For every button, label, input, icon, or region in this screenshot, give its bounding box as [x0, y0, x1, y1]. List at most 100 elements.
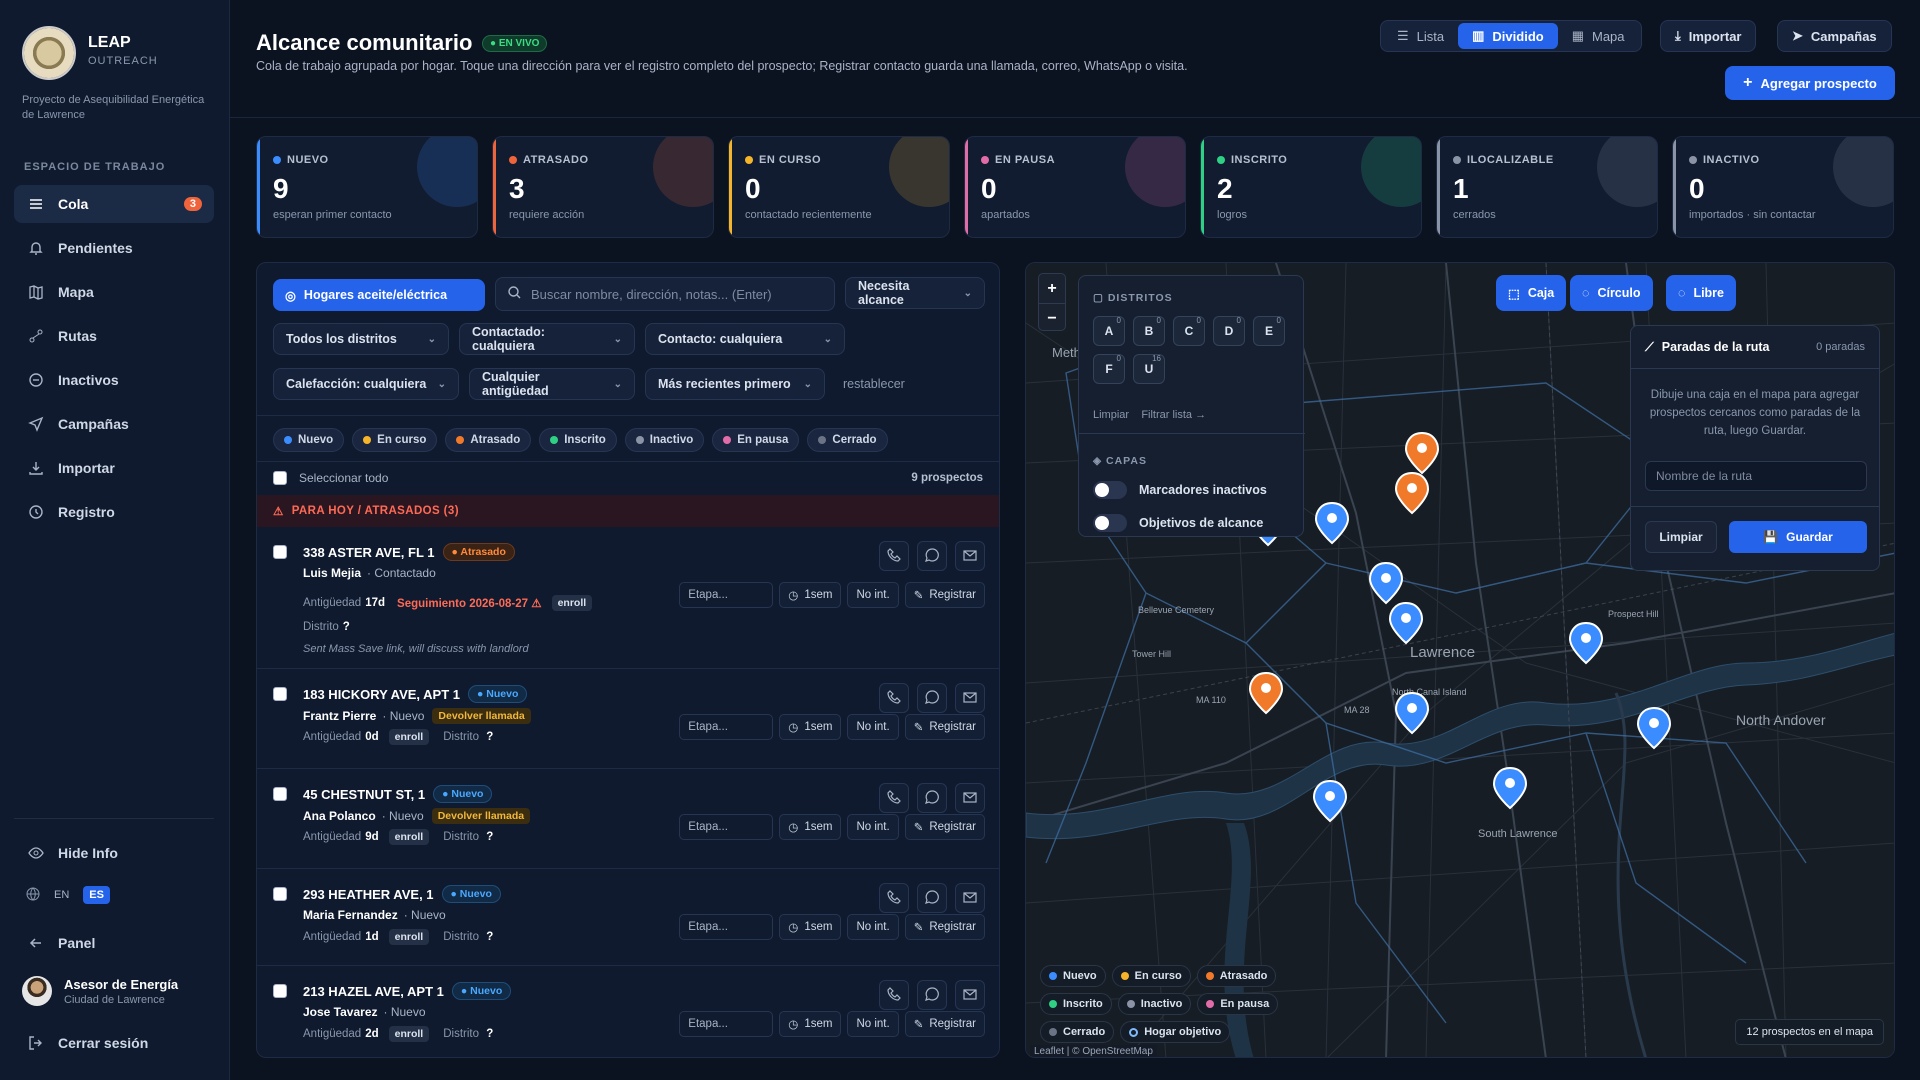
- whatsapp-button[interactable]: [917, 541, 947, 571]
- table-row[interactable]: 183 HICKORY AVE, APT 1 ● Nuevo Frantz Pie…: [257, 669, 999, 769]
- route-name-input[interactable]: Nombre de la ruta: [1645, 461, 1867, 491]
- row-checkbox[interactable]: [273, 545, 287, 559]
- zoom-out-button[interactable]: −: [1039, 303, 1065, 332]
- view-list-button[interactable]: ☰ Lista: [1383, 23, 1458, 49]
- district-button[interactable]: D0: [1213, 316, 1245, 346]
- stat-card-inactivo[interactable]: INACTIVO 0 importados · sin contactar: [1672, 136, 1894, 238]
- district-button[interactable]: F0: [1093, 354, 1125, 384]
- register-contact-button[interactable]: ✎ Registrar: [904, 582, 985, 608]
- prospect-address[interactable]: 213 HAZEL AVE, APT 1 ● Nuevo: [303, 982, 512, 1000]
- email-button[interactable]: [955, 783, 985, 813]
- register-contact-button[interactable]: ✎ Registrar: [904, 914, 985, 940]
- district-button[interactable]: U 16: [1133, 354, 1165, 384]
- inactive-markers-toggle[interactable]: Marcadores inactivos: [1093, 481, 1267, 499]
- search-input[interactable]: Buscar nombre, dirección, notas... (Ente…: [495, 277, 835, 311]
- sidebar-item-cola[interactable]: Cola 3: [14, 185, 214, 223]
- table-row[interactable]: 45 CHESTNUT ST, 1 ● Nuevo Ana Polanco · Nu…: [257, 769, 999, 869]
- draw-freehand-button[interactable]: ◌ Libre: [1666, 275, 1736, 311]
- email-button[interactable]: [955, 683, 985, 713]
- view-map-button[interactable]: ▦ Mapa: [1558, 23, 1639, 49]
- status-chip[interactable]: Cerrado: [807, 428, 888, 452]
- sidebar-item-pendientes[interactable]: Pendientes: [14, 229, 214, 267]
- row-checkbox[interactable]: [273, 787, 287, 801]
- stat-card-nuevo[interactable]: NUEVO 9 esperan primer contacto: [256, 136, 478, 238]
- snooze-week-button[interactable]: ◷ 1sem: [779, 714, 842, 740]
- sort-select[interactable]: Más recientes primero ⌄: [645, 368, 825, 400]
- status-chip[interactable]: Atrasado: [445, 428, 532, 452]
- stat-card-atrasado[interactable]: ATRASADO 3 requiere acción: [492, 136, 714, 238]
- map-attribution[interactable]: Leaflet | © OpenStreetMap: [1030, 1045, 1157, 1057]
- table-row[interactable]: 293 HEATHER AVE, 1 ● Nuevo Maria Fernande…: [257, 869, 999, 966]
- address-text[interactable]: 45 CHESTNUT ST, 1: [303, 787, 425, 802]
- lang-es-button[interactable]: ES: [83, 886, 110, 904]
- call-button[interactable]: [879, 783, 909, 813]
- contact-select[interactable]: Contacto: cualquiera ⌄: [645, 323, 845, 355]
- stat-card-en-curso[interactable]: EN CURSO 0 contactado recientemente: [728, 136, 950, 238]
- email-button[interactable]: [955, 980, 985, 1010]
- snooze-week-button[interactable]: ◷ 1sem: [779, 1011, 842, 1037]
- table-row[interactable]: 213 HAZEL AVE, APT 1 ● Nuevo Jose Tavarez…: [257, 966, 999, 1057]
- call-button[interactable]: [879, 541, 909, 571]
- select-all-checkbox[interactable]: [273, 471, 287, 485]
- address-text[interactable]: 183 HICKORY AVE, APT 1: [303, 687, 460, 702]
- draw-box-button[interactable]: ⬚ Caja: [1496, 275, 1567, 311]
- status-chip[interactable]: En pausa: [712, 428, 800, 452]
- user-profile[interactable]: Asesor de Energía Ciudad de Lawrence: [22, 976, 178, 1006]
- district-clear-link[interactable]: Limpiar: [1093, 409, 1129, 421]
- not-interested-button[interactable]: No int.: [847, 1011, 899, 1037]
- prospect-address[interactable]: 338 ASTER AVE, FL 1 ● Atrasado: [303, 543, 515, 561]
- row-checkbox[interactable]: [273, 984, 287, 998]
- stage-select[interactable]: Etapa...: [679, 1011, 774, 1037]
- district-button[interactable]: C0: [1173, 316, 1205, 346]
- stage-select[interactable]: Etapa...: [679, 714, 774, 740]
- status-chip[interactable]: Inactivo: [624, 428, 705, 452]
- prospect-address[interactable]: 45 CHESTNUT ST, 1 ● Nuevo: [303, 785, 493, 803]
- snooze-week-button[interactable]: ◷ 1sem: [779, 582, 842, 608]
- prospect-address[interactable]: 293 HEATHER AVE, 1 ● Nuevo: [303, 885, 501, 903]
- panel-link[interactable]: Panel: [14, 924, 214, 962]
- district-button[interactable]: B0: [1133, 316, 1165, 346]
- stat-card-en-pausa[interactable]: EN PAUSA 0 apartados: [964, 136, 1186, 238]
- contacted-select[interactable]: Contactado: cualquiera ⌄: [459, 323, 635, 355]
- row-checkbox[interactable]: [273, 887, 287, 901]
- sidebar-item-campanas[interactable]: Campañas: [14, 405, 214, 443]
- not-interested-button[interactable]: No int.: [847, 582, 899, 608]
- sidebar-item-registro[interactable]: Registro: [14, 493, 214, 531]
- status-chip[interactable]: Inscrito: [539, 428, 617, 452]
- address-text[interactable]: 338 ASTER AVE, FL 1: [303, 545, 435, 560]
- toggle-switch[interactable]: [1093, 514, 1127, 532]
- call-button[interactable]: [879, 683, 909, 713]
- status-chip[interactable]: En curso: [352, 428, 438, 452]
- register-contact-button[interactable]: ✎ Registrar: [904, 714, 985, 740]
- age-select[interactable]: Cualquier antigüedad ⌄: [469, 368, 635, 400]
- table-row[interactable]: 338 ASTER AVE, FL 1 ● Atrasado Luis Mejia…: [257, 527, 999, 669]
- add-prospect-button[interactable]: + Agregar prospecto: [1725, 66, 1895, 100]
- campaigns-button[interactable]: ➤ Campañas: [1777, 20, 1892, 52]
- route-clear-button[interactable]: Limpiar: [1645, 521, 1717, 553]
- toggle-switch[interactable]: [1093, 481, 1127, 499]
- row-checkbox[interactable]: [273, 687, 287, 701]
- stage-select[interactable]: Etapa...: [679, 914, 774, 940]
- outreach-targets-toggle[interactable]: Objetivos de alcance: [1093, 514, 1263, 532]
- map-view[interactable]: Lawrence North Andover South Lawrence Me…: [1025, 262, 1895, 1058]
- call-button[interactable]: [879, 883, 909, 913]
- logout-button[interactable]: Cerrar sesión: [14, 1024, 214, 1062]
- heating-select[interactable]: Calefacción: cualquiera ⌄: [273, 368, 459, 400]
- stage-select[interactable]: Etapa...: [679, 814, 774, 840]
- draw-circle-button[interactable]: ◌ Círculo: [1570, 275, 1653, 311]
- address-text[interactable]: 213 HAZEL AVE, APT 1: [303, 984, 444, 999]
- status-chip[interactable]: Nuevo: [273, 428, 345, 452]
- lang-en-button[interactable]: EN: [48, 886, 75, 904]
- email-button[interactable]: [955, 883, 985, 913]
- whatsapp-button[interactable]: [917, 783, 947, 813]
- not-interested-button[interactable]: No int.: [847, 714, 899, 740]
- reset-filters-link[interactable]: restablecer: [843, 377, 905, 391]
- whatsapp-button[interactable]: [917, 683, 947, 713]
- not-interested-button[interactable]: No int.: [847, 814, 899, 840]
- email-button[interactable]: [955, 541, 985, 571]
- address-text[interactable]: 293 HEATHER AVE, 1: [303, 887, 434, 902]
- sidebar-item-rutas[interactable]: Rutas: [14, 317, 214, 355]
- stat-card-ilocalizable[interactable]: ILOCALIZABLE 1 cerrados: [1436, 136, 1658, 238]
- filter-list-link[interactable]: Filtrar lista →: [1141, 409, 1206, 421]
- oil-electric-filter-button[interactable]: ◎ Hogares aceite/eléctrica: [273, 279, 485, 311]
